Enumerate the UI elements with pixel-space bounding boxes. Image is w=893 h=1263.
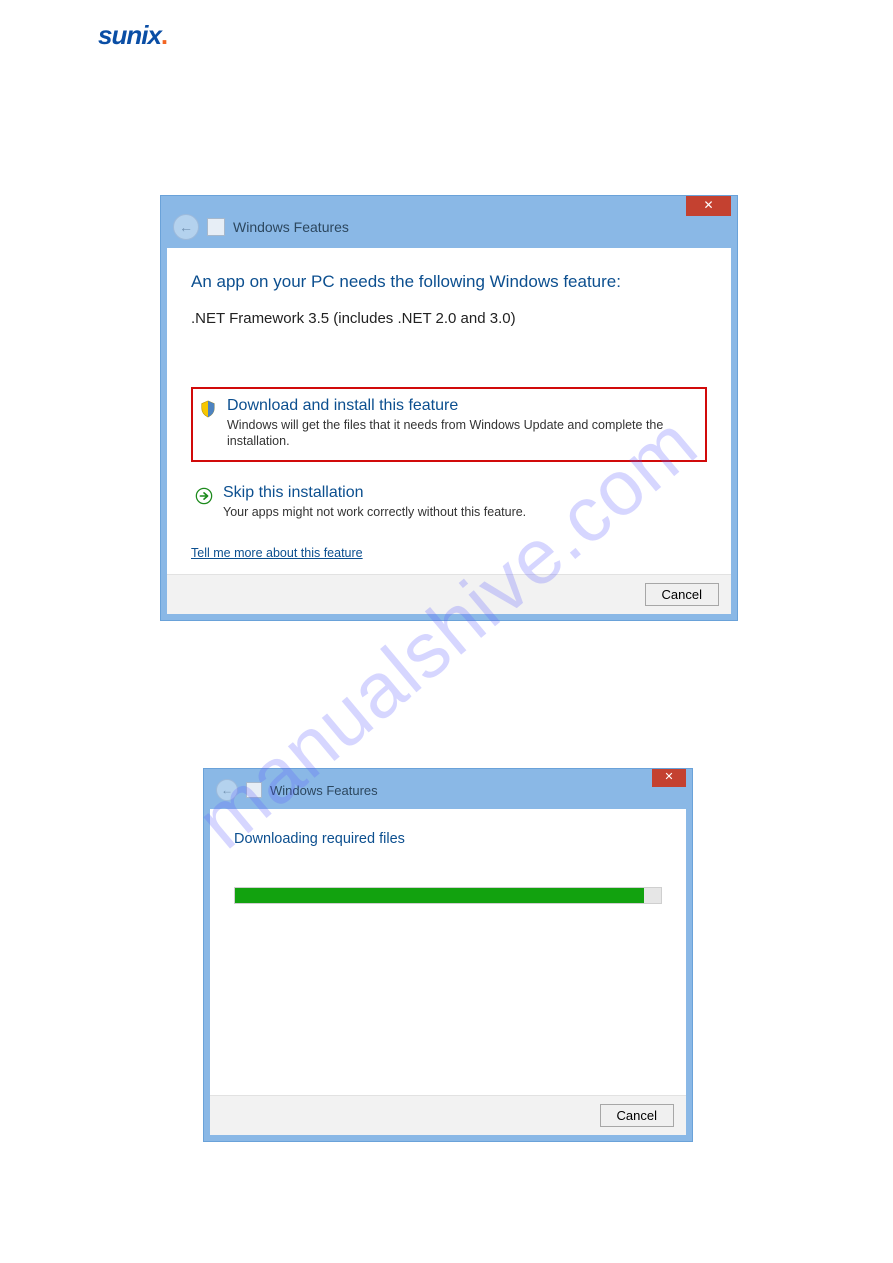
option-desc: Your apps might not work correctly witho… [223,504,526,520]
option-title: Skip this installation [223,484,526,502]
status-text: Downloading required files [234,831,662,847]
cancel-button[interactable]: Cancel [600,1104,674,1127]
tell-me-more-link[interactable]: Tell me more about this feature [191,546,363,560]
option-skip-install[interactable]: Skip this installation Your apps might n… [191,478,707,528]
dialog-title: Windows Features [233,219,349,235]
windows-features-dialog-progress: ✕ ← Windows Features Downloading require… [203,768,693,1142]
close-button[interactable]: ✕ [686,196,731,216]
button-row: Cancel [167,574,731,614]
close-icon: ✕ [664,771,673,783]
dialog-body: Downloading required files Cancel [210,809,686,1135]
progress-bar [234,887,662,904]
option-body: Download and install this feature Window… [227,397,695,450]
back-button[interactable]: ← [173,214,199,240]
arrow-right-circle-icon [195,487,213,505]
header-row: ← Windows Features [216,779,378,801]
windows-features-icon [246,782,262,798]
close-button[interactable]: ✕ [652,769,686,787]
brand-logo: sunix. [98,20,167,51]
button-row: Cancel [210,1095,686,1135]
titlebar: ✕ ← Windows Features [161,196,737,248]
titlebar: ✕ ← Windows Features [204,769,692,809]
arrow-left-icon: ← [179,219,193,235]
cancel-button[interactable]: Cancel [645,583,719,606]
windows-features-icon [207,218,225,236]
option-body: Skip this installation Your apps might n… [223,484,526,520]
logo-text: sunix [98,20,161,50]
logo-dot-icon: . [161,20,167,50]
dialog-body: An app on your PC needs the following Wi… [167,248,731,614]
header-row: ← Windows Features [173,214,349,240]
option-desc: Windows will get the files that it needs… [227,417,695,450]
windows-features-dialog-choice: ✕ ← Windows Features An app on your PC n… [160,195,738,621]
progress-fill [235,888,644,903]
dialog-title: Windows Features [270,783,378,798]
shield-icon [199,400,217,418]
arrow-left-icon: ← [221,783,233,797]
feature-name: .NET Framework 3.5 (includes .NET 2.0 an… [191,310,707,327]
main-heading: An app on your PC needs the following Wi… [191,272,707,292]
option-download-install[interactable]: Download and install this feature Window… [191,387,707,462]
close-icon: ✕ [703,198,713,212]
option-title: Download and install this feature [227,397,695,415]
back-button[interactable]: ← [216,779,238,801]
